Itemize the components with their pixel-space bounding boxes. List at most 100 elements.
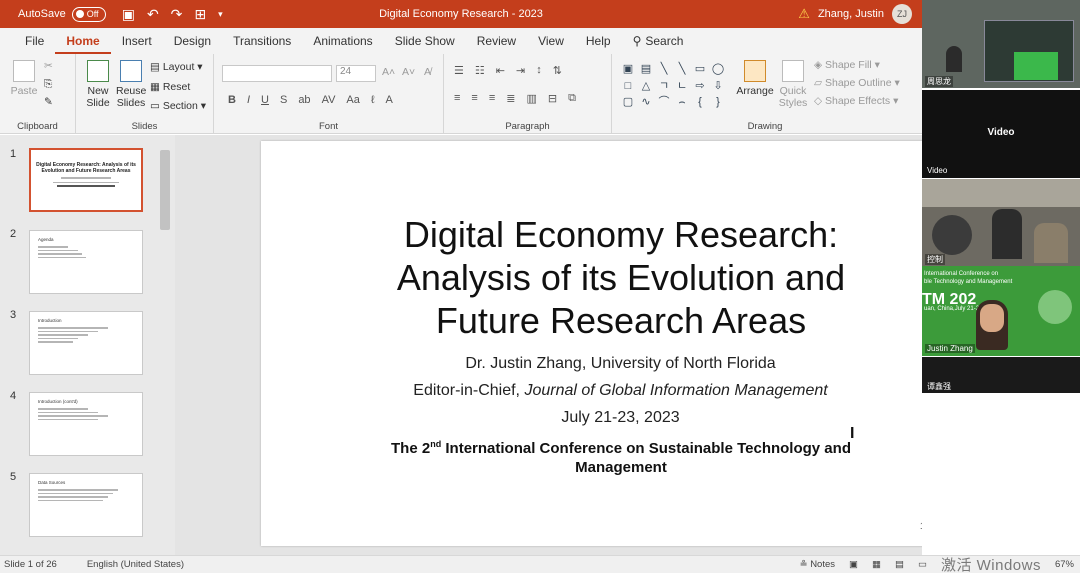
shapes-gallery[interactable]: ▣ ▤ ╲ ╲ ▭ ◯ □ △ ㄱㄴ ⇨ ⇩ ▢ ∿ ⌒ ⌢{} — [620, 62, 724, 110]
copy-icon[interactable]: ⎘ — [44, 78, 52, 90]
tab-design[interactable]: Design — [163, 28, 222, 54]
triangle-icon[interactable]: △ — [638, 79, 654, 94]
tab-insert[interactable]: Insert — [111, 28, 163, 54]
arrow-down-icon[interactable]: ⇩ — [710, 79, 726, 94]
text-direction-icon[interactable]: ⇅ — [553, 64, 562, 77]
video-tile-4[interactable]: International Conference on ble Technolo… — [922, 266, 1080, 356]
search-box[interactable]: ⚲ Search — [622, 28, 695, 54]
section-button[interactable]: ▭ Section ▾ — [150, 100, 206, 112]
change-case-icon[interactable]: Aa — [346, 94, 359, 106]
freeform-icon[interactable]: ⌒ — [656, 95, 672, 110]
bullets-icon[interactable]: ☰ — [454, 64, 464, 77]
shadow-icon[interactable]: S — [280, 94, 287, 106]
increase-indent-icon[interactable]: ⇥ — [516, 64, 525, 77]
thumbnail-scrollbar[interactable] — [160, 150, 170, 230]
customize-qat-icon[interactable]: ▾ — [218, 6, 223, 23]
autosave-control[interactable]: AutoSave Off — [18, 6, 106, 22]
user-name[interactable]: Zhang, Justin — [818, 8, 884, 20]
decrease-font-icon[interactable]: A˅ — [402, 66, 415, 78]
font-color-icon[interactable]: A — [385, 94, 392, 106]
slide-thumbnail-4[interactable]: Introduction (cont'd) — [29, 392, 143, 456]
cut-icon[interactable]: ✂ — [44, 60, 53, 72]
tab-animations[interactable]: Animations — [302, 28, 383, 54]
tab-transitions[interactable]: Transitions — [222, 28, 302, 54]
columns-icon[interactable]: ▥ — [526, 92, 536, 105]
slide-thumbnail-1[interactable]: Digital Economy Research: Analysis of it… — [29, 148, 143, 212]
oval-icon[interactable]: ◯ — [710, 62, 726, 77]
tab-review[interactable]: Review — [466, 28, 527, 54]
line-icon[interactable]: ╲ — [656, 62, 672, 77]
slideshow-view-icon[interactable]: ▭ — [918, 559, 927, 570]
justify-icon[interactable]: ≣ — [506, 92, 515, 105]
slide-sorter-icon[interactable]: ▦ — [872, 559, 881, 570]
video-tile-1[interactable]: 周思龙 — [922, 0, 1080, 88]
tab-file[interactable]: File — [14, 28, 55, 54]
tab-slide-show[interactable]: Slide Show — [384, 28, 466, 54]
layout-button[interactable]: ▤ Layout ▾ — [150, 61, 203, 73]
tab-view[interactable]: View — [527, 28, 575, 54]
font-name-box[interactable] — [222, 65, 332, 82]
save-icon[interactable]: ▣ — [122, 6, 135, 23]
brace-right-icon[interactable]: } — [710, 95, 726, 110]
reset-button[interactable]: ▦ Reset — [150, 81, 190, 93]
avatar[interactable]: ZJ — [892, 4, 912, 24]
bold-icon[interactable]: B — [228, 94, 236, 106]
arrange-button[interactable]: Arrange — [736, 60, 774, 97]
smartart-icon[interactable]: ⧉ — [568, 92, 576, 105]
align-right-icon[interactable]: ≡ — [489, 92, 495, 105]
strikethrough-icon[interactable]: ab — [298, 94, 310, 106]
language-indicator[interactable]: English (United States) — [87, 559, 184, 570]
underline-icon[interactable]: U — [261, 94, 269, 106]
reading-view-icon[interactable]: ▤ — [895, 559, 904, 570]
decrease-indent-icon[interactable]: ⇤ — [496, 64, 505, 77]
rounded-rect-icon[interactable]: ▢ — [620, 95, 636, 110]
paste-button[interactable]: Paste — [8, 60, 40, 97]
present-icon[interactable]: ⊞ — [194, 6, 206, 23]
quick-styles-button[interactable]: Quick Styles — [775, 60, 811, 109]
zoom-level[interactable]: 67% — [1055, 559, 1074, 570]
textbox-shape-icon[interactable]: ▣ — [620, 62, 636, 77]
italic-icon[interactable]: I — [247, 94, 250, 106]
brace-left-icon[interactable]: { — [692, 95, 708, 110]
reuse-slides-button[interactable]: Reuse Slides — [116, 60, 146, 109]
line-spacing-icon[interactable]: ↕ — [536, 64, 542, 77]
shape-effects-button[interactable]: ◇ Shape Effects ▾ — [814, 95, 898, 107]
char-spacing-icon[interactable]: AV — [322, 94, 336, 106]
format-painter-icon[interactable]: ✎ — [44, 96, 53, 108]
numbering-icon[interactable]: ☷ — [475, 64, 485, 77]
shape-outline-button[interactable]: ▱ Shape Outline ▾ — [814, 77, 900, 89]
slide-title[interactable]: Digital Economy Research: Analysis of it… — [351, 213, 891, 342]
rectangle-icon[interactable]: ▭ — [692, 62, 708, 77]
vertical-textbox-icon[interactable]: ▤ — [638, 62, 654, 77]
rect2-icon[interactable]: □ — [620, 79, 636, 94]
notes-button[interactable]: ≗ Notes — [800, 559, 835, 570]
align-center-icon[interactable]: ≡ — [471, 92, 477, 105]
slide-thumbnail-2[interactable]: Agenda — [29, 230, 143, 294]
font-size-box[interactable]: 24 — [336, 65, 376, 82]
warning-icon[interactable]: ⚠ — [798, 6, 810, 22]
arrow-right-icon[interactable]: ⇨ — [692, 79, 708, 94]
redo-icon[interactable]: ↷ — [171, 6, 183, 23]
connector2-icon[interactable]: ㄴ — [674, 79, 690, 94]
slide-thumbnail-3[interactable]: Introduction — [29, 311, 143, 375]
arc-icon[interactable]: ⌢ — [674, 95, 690, 110]
normal-view-icon[interactable]: ▣ — [849, 559, 858, 570]
tab-help[interactable]: Help — [575, 28, 622, 54]
new-slide-button[interactable]: New Slide — [82, 60, 114, 109]
highlight-icon[interactable]: ℓ — [371, 94, 375, 106]
connector-icon[interactable]: ㄱ — [656, 79, 672, 94]
video-tile-3[interactable]: 控制 — [922, 179, 1080, 266]
curve-icon[interactable]: ∿ — [638, 95, 654, 110]
shape-fill-button[interactable]: ◈ Shape Fill ▾ — [814, 59, 880, 71]
clear-format-icon[interactable]: A̸ — [424, 66, 431, 78]
video-tile-2[interactable]: Video Video — [922, 90, 1080, 178]
current-slide[interactable]: Digital Economy Research: Analysis of it… — [261, 141, 980, 546]
slide-thumbnail-5[interactable]: Data Sources — [29, 473, 143, 537]
line2-icon[interactable]: ╲ — [674, 62, 690, 77]
tab-home[interactable]: Home — [55, 28, 111, 54]
align-text-icon[interactable]: ⊟ — [548, 92, 557, 105]
increase-font-icon[interactable]: A˄ — [382, 66, 395, 78]
autosave-toggle[interactable]: Off — [71, 6, 106, 22]
align-left-icon[interactable]: ≡ — [454, 92, 460, 105]
video-tile-5[interactable]: 谭鑫强 — [922, 357, 1080, 393]
